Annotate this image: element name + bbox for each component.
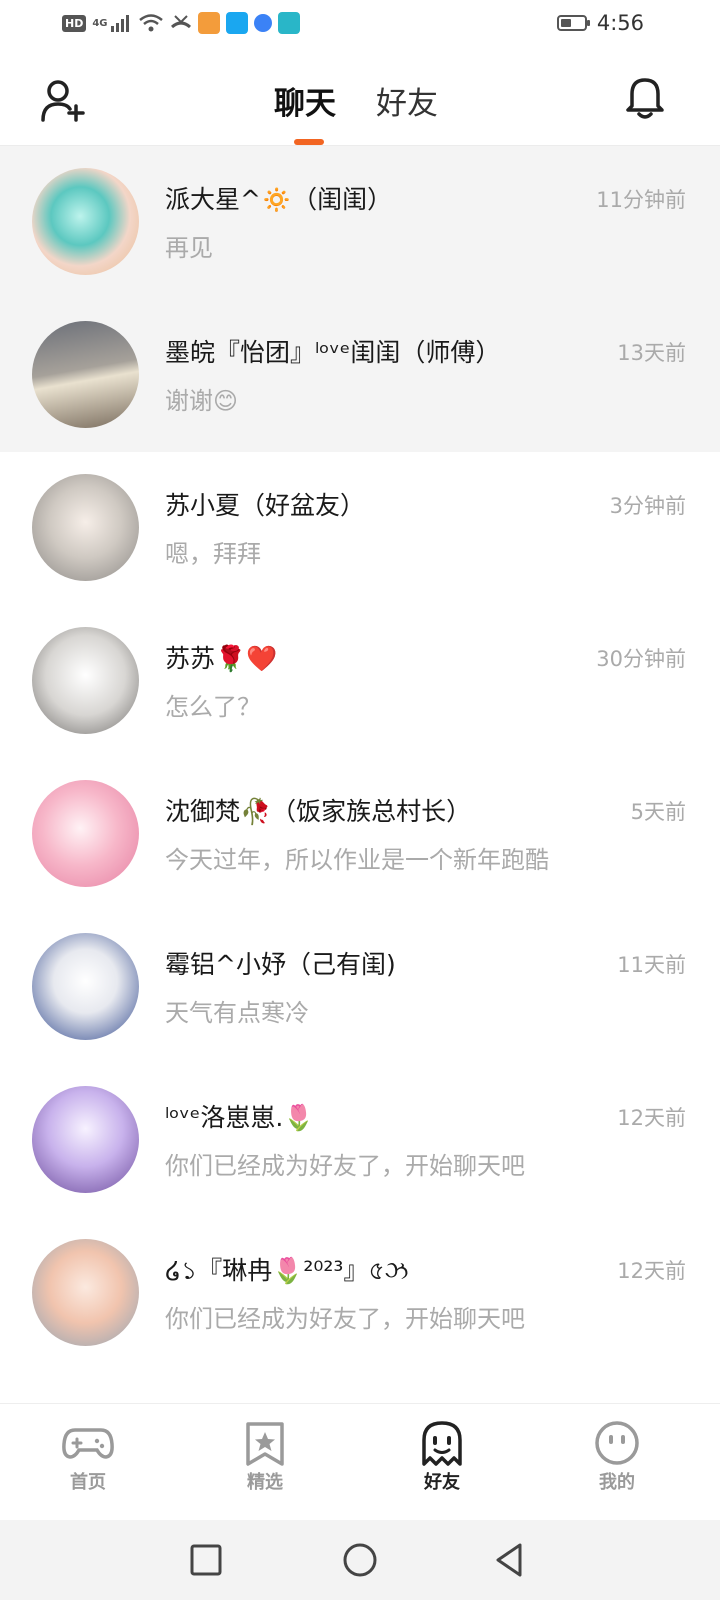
search-app-icon xyxy=(225,12,248,34)
contact-name: ໒১『琳冉🌷²⁰²³』৫ઝ xyxy=(165,1256,409,1285)
last-message: 你们已经成为好友了，开始聊天吧 xyxy=(165,1305,525,1333)
reader-app-icon xyxy=(277,12,300,34)
conversation-row[interactable]: 苏小夏（好盆友） 3分钟前嗯，拜拜 xyxy=(0,452,720,605)
conversation-row[interactable]: ˡᵒᵛᵉ洛崽崽.🌷 12天前你们已经成为好友了，开始聊天吧 xyxy=(0,1064,720,1217)
contact-name: ˡᵒᵛᵉ洛崽崽.🌷 xyxy=(165,1103,315,1132)
avatar[interactable] xyxy=(32,627,139,734)
conversation-row[interactable]: ໒১『琳冉🌷²⁰²³』৫ઝ 12天前你们已经成为好友了，开始聊天吧 xyxy=(0,1217,720,1370)
avatar[interactable] xyxy=(32,933,139,1040)
add-friend-icon[interactable] xyxy=(40,78,86,122)
conversation-row[interactable]: 派大星^🔅（闺闺） 11分钟前再见 xyxy=(0,146,720,299)
message-time: 12天前 xyxy=(617,1259,686,1283)
message-time: 13天前 xyxy=(617,341,686,365)
tab-chat[interactable]: 聊天 xyxy=(274,78,336,123)
browser-app-icon xyxy=(253,14,272,32)
system-nav-bar xyxy=(0,1520,720,1600)
nav-friends-label: 好友 xyxy=(424,1472,460,1493)
message-time: 12天前 xyxy=(617,1106,686,1130)
contact-name: 派大星^🔅（闺闺） xyxy=(165,185,393,214)
signal-icon xyxy=(110,15,129,32)
last-message: 嗯，拜拜 xyxy=(165,540,261,568)
avatar[interactable] xyxy=(32,474,139,581)
contact-name: 沈御梵🥀（饭家族总村长） xyxy=(165,797,472,826)
conversation-row[interactable]: 墨皖『怡团』ˡᵒᵛᵉ闺闺（师傅） 13天前谢谢😊 xyxy=(0,299,720,452)
gamepad-icon xyxy=(62,1428,114,1459)
last-message: 谢谢😊 xyxy=(165,387,239,415)
nav-featured[interactable]: 精选 xyxy=(205,1420,325,1494)
status-left-icons: HD 4G xyxy=(62,12,300,34)
message-time: 11分钟前 xyxy=(596,188,686,212)
nav-featured-label: 精选 xyxy=(247,1472,283,1493)
avatar[interactable] xyxy=(32,780,139,887)
home-icon[interactable] xyxy=(340,1540,380,1580)
battery-icon xyxy=(556,15,590,31)
last-message: 再见 xyxy=(165,234,213,262)
contact-name: 苏小夏（好盆友） xyxy=(165,491,366,520)
clock: 4:56 xyxy=(596,11,644,35)
recent-apps-icon[interactable] xyxy=(186,1540,226,1580)
wifi-icon xyxy=(138,14,163,32)
message-time: 3分钟前 xyxy=(609,494,686,518)
conversation-row[interactable]: 苏苏🌹❤️ 30分钟前怎么了？ xyxy=(0,605,720,758)
status-bar: HD 4G 4:56 xyxy=(0,0,720,50)
ghost-icon xyxy=(422,1421,462,1466)
conversation-list: 派大星^🔅（闺闺） 11分钟前再见墨皖『怡团』ˡᵒᵛᵉ闺闺（师傅） 13天前谢谢😊 苏… xyxy=(0,146,720,1370)
last-message: 怎么了？ xyxy=(165,693,261,721)
bell-icon[interactable] xyxy=(624,76,666,120)
status-right: 4:56 xyxy=(556,11,644,35)
conversation-row[interactable]: 沈御梵🥀（饭家族总村长） 5天前今天过年，所以作业是一个新年跑酷 xyxy=(0,758,720,911)
nav-home-label: 首页 xyxy=(70,1472,106,1493)
avatar[interactable] xyxy=(32,168,139,275)
smiley-face-icon xyxy=(595,1421,639,1465)
message-time: 11天前 xyxy=(617,953,686,977)
contact-name: 苏苏🌹❤️ xyxy=(165,644,278,673)
nav-friends[interactable]: 好友 xyxy=(382,1420,502,1494)
nav-profile[interactable]: 我的 xyxy=(557,1420,677,1494)
last-message: 你们已经成为好友了，开始聊天吧 xyxy=(165,1152,525,1180)
avatar[interactable] xyxy=(32,1086,139,1193)
app-notification-icon xyxy=(197,12,220,34)
contact-name: 霉铝^小妤（己有闺) xyxy=(165,950,396,979)
contact-name: 墨皖『怡团』ˡᵒᵛᵉ闺闺（师傅） xyxy=(165,338,501,367)
back-icon[interactable] xyxy=(490,1540,530,1580)
message-time: 5天前 xyxy=(630,800,686,824)
active-tab-indicator xyxy=(294,139,324,145)
avatar[interactable] xyxy=(32,1239,139,1346)
nav-profile-label: 我的 xyxy=(599,1472,635,1493)
last-message: 天气有点寒冷 xyxy=(165,999,309,1027)
message-time: 30分钟前 xyxy=(596,647,686,671)
nav-home[interactable]: 首页 xyxy=(28,1420,148,1494)
network-gen-label: 4G xyxy=(92,17,108,29)
hd-badge: HD xyxy=(62,14,87,32)
missed-call-icon xyxy=(170,15,191,29)
bottom-nav: 首页 精选 好友 我的 xyxy=(0,1403,720,1521)
star-bookmark-icon xyxy=(246,1422,284,1466)
conversation-row[interactable]: 霉铝^小妤（己有闺) 11天前天气有点寒冷 xyxy=(0,911,720,1064)
last-message: 今天过年，所以作业是一个新年跑酷 xyxy=(165,846,549,874)
avatar[interactable] xyxy=(32,321,139,428)
tab-friends[interactable]: 好友 xyxy=(376,78,438,123)
top-header: 聊天 好友 xyxy=(0,50,720,146)
